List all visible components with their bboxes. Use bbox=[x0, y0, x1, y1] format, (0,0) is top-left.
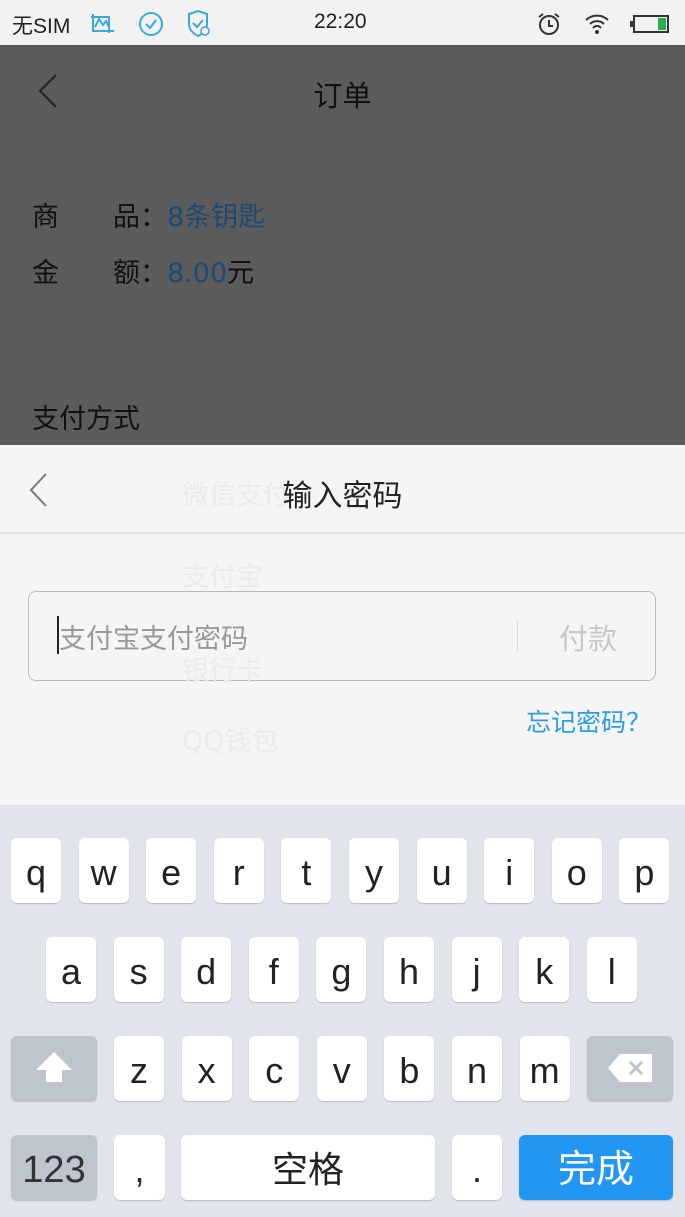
key-l[interactable]: l bbox=[586, 937, 637, 1002]
divider bbox=[517, 620, 518, 652]
key-v[interactable]: v bbox=[316, 1036, 367, 1101]
sheet-header: 输入密码 bbox=[0, 445, 685, 534]
order-page: 订单 商 品：8条钥匙 金 额：8.00元 支付方式 bbox=[0, 47, 685, 445]
key-a[interactable]: a bbox=[46, 937, 96, 1002]
key-g[interactable]: g bbox=[316, 937, 367, 1002]
forgot-password-link[interactable]: 忘记密码？ bbox=[526, 703, 651, 739]
battery-icon bbox=[630, 15, 669, 33]
period-key[interactable]: . bbox=[452, 1135, 502, 1200]
backspace-icon bbox=[608, 1054, 652, 1082]
key-e[interactable]: e bbox=[146, 838, 197, 903]
key-r[interactable]: r bbox=[213, 838, 264, 903]
key-x[interactable]: x bbox=[181, 1036, 232, 1101]
key-u[interactable]: u bbox=[416, 838, 467, 903]
done-key[interactable]: 完成 bbox=[519, 1135, 673, 1200]
alarm-icon bbox=[538, 13, 560, 35]
amount-label: 金 额： bbox=[32, 258, 167, 289]
amount-row: 金 额：8.00元 bbox=[32, 251, 254, 290]
key-j[interactable]: j bbox=[451, 937, 502, 1002]
key-p[interactable]: p bbox=[619, 838, 670, 903]
page-title: 订单 bbox=[313, 79, 372, 113]
key-h[interactable]: h bbox=[384, 937, 434, 1002]
numbers-key[interactable]: 123 bbox=[11, 1135, 97, 1200]
key-z[interactable]: z bbox=[114, 1036, 164, 1101]
key-c[interactable]: c bbox=[249, 1036, 300, 1101]
payment-method-qq: QQ钱包 bbox=[182, 726, 279, 757]
key-k[interactable]: k bbox=[519, 937, 570, 1002]
key-q[interactable]: q bbox=[11, 838, 61, 903]
key-d[interactable]: d bbox=[181, 937, 232, 1002]
product-label: 商 品： bbox=[32, 202, 167, 233]
shift-icon bbox=[36, 1052, 72, 1082]
status-bar: 无SIM 22:20 bbox=[0, 0, 685, 47]
carrier: 无SIM bbox=[12, 15, 71, 38]
password-sheet: 微信支付 支付宝 银行卡 QQ钱包 输入密码 支付宝支付密码 付款 忘记密码？ bbox=[0, 445, 685, 805]
keyboard: 123 , 空格 . 完成 qwertyuiop asdfghjkl zxcvbnm bbox=[0, 805, 685, 1217]
payment-section-title: 支付方式 bbox=[32, 404, 140, 435]
key-o[interactable]: o bbox=[551, 838, 602, 903]
shield-icon bbox=[188, 10, 210, 38]
key-t[interactable]: t bbox=[281, 838, 332, 903]
password-placeholder: 支付宝支付密码 bbox=[59, 624, 248, 655]
password-input[interactable]: 支付宝支付密码 付款 bbox=[28, 591, 656, 681]
key-w[interactable]: w bbox=[78, 838, 129, 903]
check-circle-icon bbox=[139, 12, 163, 36]
wifi-icon bbox=[585, 14, 609, 34]
space-key[interactable]: 空格 bbox=[181, 1135, 435, 1200]
payment-method-alipay: 支付宝 bbox=[182, 562, 263, 593]
clock: 22:20 bbox=[314, 10, 367, 33]
amount-value: 8.00 bbox=[167, 258, 228, 289]
key-b[interactable]: b bbox=[384, 1036, 435, 1101]
product-row: 商 品：8条钥匙 bbox=[32, 195, 265, 234]
delete-key[interactable] bbox=[587, 1036, 673, 1101]
key-i[interactable]: i bbox=[484, 838, 535, 903]
sheet-title: 输入密码 bbox=[282, 479, 403, 514]
pay-button[interactable]: 付款 bbox=[559, 616, 617, 658]
shift-key[interactable] bbox=[11, 1036, 97, 1101]
key-s[interactable]: s bbox=[113, 937, 164, 1002]
gallery-icon bbox=[91, 14, 114, 33]
key-m[interactable]: m bbox=[519, 1036, 570, 1101]
comma-key[interactable]: , bbox=[114, 1135, 165, 1200]
product-value: 8条钥匙 bbox=[167, 202, 266, 233]
key-f[interactable]: f bbox=[248, 937, 299, 1002]
key-y[interactable]: y bbox=[349, 838, 399, 903]
key-n[interactable]: n bbox=[452, 1036, 502, 1101]
amount-unit: 元 bbox=[227, 258, 255, 289]
